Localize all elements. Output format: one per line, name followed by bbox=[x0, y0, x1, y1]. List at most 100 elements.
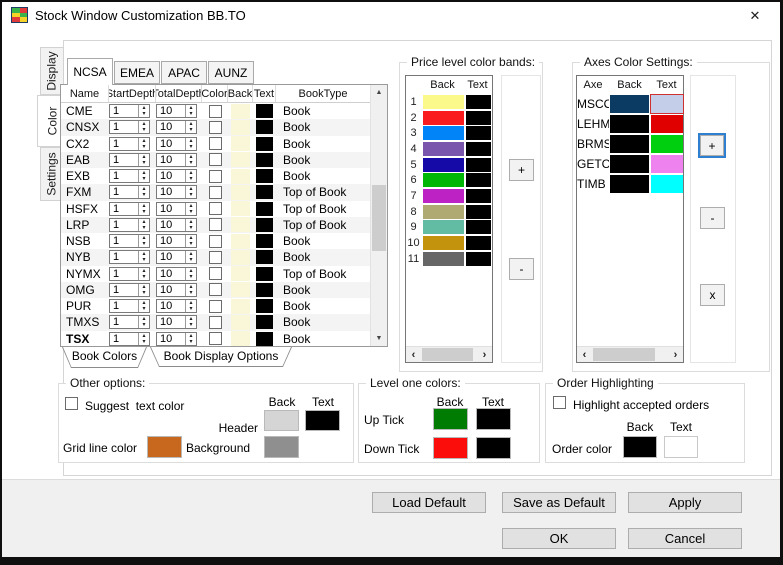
total-depth-spinner[interactable]: 10 ▴ ▾ bbox=[156, 201, 197, 216]
axe-back-swatch[interactable] bbox=[610, 155, 649, 173]
start-depth-spinner[interactable]: 1 ▴ ▾ bbox=[109, 234, 150, 249]
color-checkbox[interactable] bbox=[208, 104, 222, 118]
band-text-swatch[interactable] bbox=[466, 141, 491, 156]
axe-row[interactable]: TIMB bbox=[577, 174, 683, 194]
start-depth-spinner[interactable]: 1 ▴ ▾ bbox=[109, 104, 150, 119]
text-color-swatch[interactable] bbox=[256, 266, 273, 281]
table-row[interactable]: NSB 1 ▴ ▾ 10 ▴ ▾ Book bbox=[61, 233, 370, 249]
axe-row[interactable]: BRMS bbox=[577, 134, 683, 154]
spinner-down-icon[interactable]: ▾ bbox=[186, 306, 196, 312]
band-text-swatch[interactable] bbox=[466, 94, 491, 109]
color-checkbox[interactable] bbox=[208, 218, 222, 232]
text-color-swatch[interactable] bbox=[256, 185, 273, 200]
remove-axe-button[interactable]: - bbox=[700, 207, 725, 229]
total-depth-spinner[interactable]: 10 ▴ ▾ bbox=[156, 250, 197, 265]
back-color-swatch[interactable] bbox=[231, 168, 250, 184]
table-row[interactable]: FXM 1 ▴ ▾ 10 ▴ ▾ Top of Book bbox=[61, 184, 370, 201]
band-text-swatch[interactable] bbox=[466, 173, 491, 188]
spinner-down-icon[interactable]: ▾ bbox=[139, 111, 149, 117]
total-depth-spinner[interactable]: 10 ▴ ▾ bbox=[156, 217, 197, 232]
axes-hscroll[interactable]: ‹ › bbox=[577, 346, 683, 362]
text-color-swatch[interactable] bbox=[256, 104, 273, 119]
suggest-text-color-checkbox[interactable] bbox=[65, 397, 78, 410]
price-band-row[interactable]: 6 bbox=[406, 172, 492, 188]
back-color-swatch[interactable] bbox=[231, 249, 250, 265]
total-depth-spinner[interactable]: 10 ▴ ▾ bbox=[156, 299, 197, 314]
table-row[interactable]: CME 1 ▴ ▾ 10 ▴ ▾ Book bbox=[61, 103, 370, 119]
band-back-swatch[interactable] bbox=[423, 94, 464, 109]
band-back-swatch[interactable] bbox=[423, 126, 464, 141]
tab-book-colors[interactable]: Book Colors bbox=[62, 347, 147, 368]
spinner-down-icon[interactable]: ▾ bbox=[186, 274, 196, 280]
start-depth-spinner[interactable]: 1 ▴ ▾ bbox=[109, 266, 150, 281]
text-color-swatch[interactable] bbox=[256, 250, 273, 265]
header-text-swatch[interactable] bbox=[305, 410, 340, 431]
table-row[interactable]: CX2 1 ▴ ▾ 10 ▴ ▾ Book bbox=[61, 136, 370, 152]
spinner-down-icon[interactable]: ▾ bbox=[139, 209, 149, 215]
band-back-swatch[interactable] bbox=[423, 251, 464, 266]
total-depth-spinner[interactable]: 10 ▴ ▾ bbox=[156, 169, 197, 184]
spinner-down-icon[interactable]: ▾ bbox=[186, 209, 196, 215]
scroll-left-icon[interactable]: ‹ bbox=[577, 347, 592, 362]
hscroll-thumb[interactable] bbox=[422, 348, 473, 361]
table-row[interactable]: NYMX 1 ▴ ▾ 10 ▴ ▾ Top of Book bbox=[61, 266, 370, 282]
scroll-right-icon[interactable]: › bbox=[477, 347, 492, 362]
spinner-down-icon[interactable]: ▾ bbox=[139, 274, 149, 280]
text-color-swatch[interactable] bbox=[256, 234, 273, 249]
band-text-swatch[interactable] bbox=[466, 110, 491, 125]
start-depth-spinner[interactable]: 1 ▴ ▾ bbox=[109, 185, 150, 200]
price-band-row[interactable]: 3 bbox=[406, 125, 492, 141]
down-tick-text-swatch[interactable] bbox=[476, 437, 511, 459]
spinner-down-icon[interactable]: ▾ bbox=[186, 257, 196, 263]
scroll-down-icon[interactable]: ▼ bbox=[371, 331, 387, 346]
text-color-swatch[interactable] bbox=[256, 120, 273, 135]
spinner-down-icon[interactable]: ▾ bbox=[139, 225, 149, 231]
tab-aunz[interactable]: AUNZ bbox=[208, 61, 254, 84]
delete-axe-button[interactable]: x bbox=[700, 284, 725, 306]
axe-row[interactable]: LEHM bbox=[577, 114, 683, 134]
total-depth-spinner[interactable]: 10 ▴ ▾ bbox=[156, 331, 197, 346]
back-color-swatch[interactable] bbox=[231, 314, 250, 330]
band-back-swatch[interactable] bbox=[423, 157, 464, 172]
text-color-swatch[interactable] bbox=[256, 315, 273, 330]
scroll-up-icon[interactable]: ▲ bbox=[371, 85, 387, 100]
remove-band-button[interactable]: - bbox=[509, 258, 534, 280]
cancel-button[interactable]: Cancel bbox=[628, 528, 742, 549]
total-depth-spinner[interactable]: 10 ▴ ▾ bbox=[156, 136, 197, 151]
start-depth-spinner[interactable]: 1 ▴ ▾ bbox=[109, 152, 150, 167]
axe-back-swatch[interactable] bbox=[610, 95, 649, 113]
back-color-swatch[interactable] bbox=[231, 282, 250, 298]
background-swatch[interactable] bbox=[264, 436, 299, 458]
color-checkbox[interactable] bbox=[208, 332, 222, 346]
table-row[interactable]: TMXS 1 ▴ ▾ 10 ▴ ▾ Book bbox=[61, 314, 370, 331]
back-color-swatch[interactable] bbox=[231, 152, 250, 168]
spinner-down-icon[interactable]: ▾ bbox=[139, 192, 149, 198]
order-back-swatch[interactable] bbox=[623, 436, 657, 458]
axe-text-swatch[interactable] bbox=[650, 155, 683, 173]
color-checkbox[interactable] bbox=[208, 234, 222, 248]
total-depth-spinner[interactable]: 10 ▴ ▾ bbox=[156, 282, 197, 297]
ok-button[interactable]: OK bbox=[502, 528, 616, 549]
total-depth-spinner[interactable]: 10 ▴ ▾ bbox=[156, 266, 197, 281]
band-back-swatch[interactable] bbox=[423, 141, 464, 156]
axe-text-swatch[interactable] bbox=[650, 175, 683, 193]
price-band-row[interactable]: 7 bbox=[406, 188, 492, 204]
band-text-swatch[interactable] bbox=[466, 126, 491, 141]
band-text-swatch[interactable] bbox=[466, 236, 491, 251]
spinner-down-icon[interactable]: ▾ bbox=[186, 160, 196, 166]
load-default-button[interactable]: Load Default bbox=[372, 492, 486, 513]
spinner-down-icon[interactable]: ▾ bbox=[186, 225, 196, 231]
price-band-row[interactable]: 8 bbox=[406, 204, 492, 220]
total-depth-spinner[interactable]: 10 ▴ ▾ bbox=[156, 120, 197, 135]
spinner-down-icon[interactable]: ▾ bbox=[139, 339, 149, 345]
scroll-right-icon[interactable]: › bbox=[668, 347, 683, 362]
back-color-swatch[interactable] bbox=[231, 217, 250, 233]
spinner-down-icon[interactable]: ▾ bbox=[139, 160, 149, 166]
text-color-swatch[interactable] bbox=[256, 282, 273, 297]
axe-row[interactable]: GETC bbox=[577, 154, 683, 174]
start-depth-spinner[interactable]: 1 ▴ ▾ bbox=[109, 282, 150, 297]
text-color-swatch[interactable] bbox=[256, 331, 273, 346]
band-text-swatch[interactable] bbox=[466, 220, 491, 235]
price-band-row[interactable]: 5 bbox=[406, 157, 492, 173]
axe-row[interactable]: MSCO bbox=[577, 94, 684, 114]
